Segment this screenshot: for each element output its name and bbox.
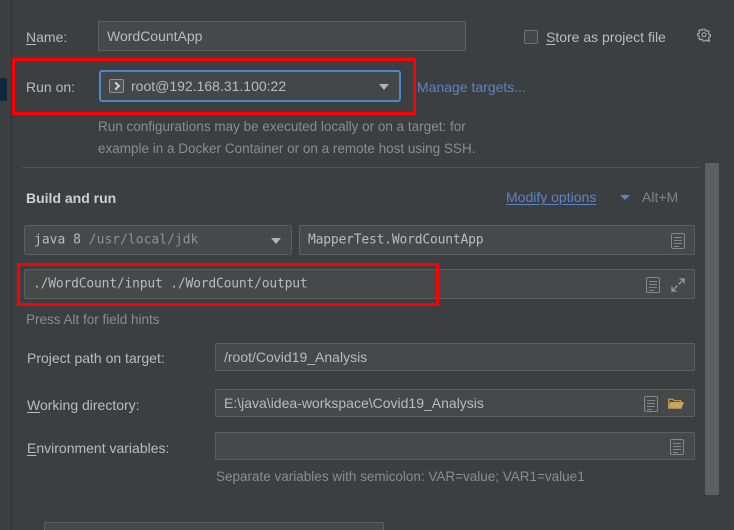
expand-diagonal-icon[interactable] [671,278,685,292]
section-separator [22,167,700,168]
chevron-down-icon[interactable] [271,238,281,244]
list-document-icon[interactable] [646,277,660,293]
list-document-icon[interactable] [644,396,658,412]
chevron-down-icon[interactable] [620,195,630,200]
name-label: Name: [26,29,68,45]
environment-variables-label: Environment variables: [27,440,170,456]
store-as-project-file-checkbox[interactable] [524,30,538,44]
working-directory-label: Working directory: [27,397,140,413]
environment-variables-hint: Separate variables with semicolon: VAR=v… [216,469,585,484]
jdk-value: java 8 /usr/local/jdk [34,232,199,248]
name-input[interactable]: WordCountApp [98,21,466,51]
program-arguments-value: ./WordCount/input ./WordCount/output [33,276,308,292]
working-directory-value: E:\java\idea-workspace\Covid19_Analysis [224,395,484,411]
project-path-on-target-input[interactable]: /root/Covid19_Analysis [215,343,695,371]
list-document-icon[interactable] [670,439,684,455]
panel-divider [11,0,12,530]
vertical-scrollbar-thumb[interactable] [705,163,719,495]
program-arguments-input[interactable]: ./WordCount/input ./WordCount/output [24,269,695,299]
configuration-tree-selected-item[interactable] [0,78,7,101]
right-gutter [722,0,734,530]
run-debug-configuration-dialog: Name: WordCountApp Store as project file… [0,0,734,530]
manage-targets-link[interactable]: Manage targets... [417,80,526,94]
modify-options-link[interactable]: Modify options [506,190,596,204]
jdk-combobox[interactable]: java 8 /usr/local/jdk [24,225,292,255]
run-on-target-combobox[interactable]: root@192.168.31.100:22 [99,70,401,102]
environment-variables-input[interactable] [215,432,695,460]
main-class-value: MapperTest.WordCountApp [308,232,484,248]
terminal-target-icon [109,79,124,93]
name-input-value: WordCountApp [107,28,203,44]
project-path-on-target-value: /root/Covid19_Analysis [224,349,368,365]
main-class-input[interactable]: MapperTest.WordCountApp [299,225,695,255]
build-and-run-section-title: Build and run [26,190,117,206]
list-document-icon[interactable] [671,233,685,249]
modify-options-shortcut: Alt+M [642,189,679,205]
run-on-description-line-2: example in a Docker Container or on a re… [98,141,476,156]
run-on-target-value: root@192.168.31.100:22 [131,78,287,94]
chevron-down-icon[interactable] [379,84,389,90]
next-row-input-partial[interactable] [44,522,384,530]
configuration-tree-rail[interactable] [0,0,7,530]
run-on-description-line-1: Run configurations may be executed local… [98,119,466,134]
field-hints-text: Press Alt for field hints [26,312,160,327]
store-as-project-file-label[interactable]: Store as project file [546,30,666,44]
folder-open-icon[interactable] [668,397,684,410]
project-path-on-target-label: Project path on target: [27,350,165,366]
run-on-label: Run on: [26,79,76,95]
working-directory-input[interactable]: E:\java\idea-workspace\Covid19_Analysis [215,389,695,417]
